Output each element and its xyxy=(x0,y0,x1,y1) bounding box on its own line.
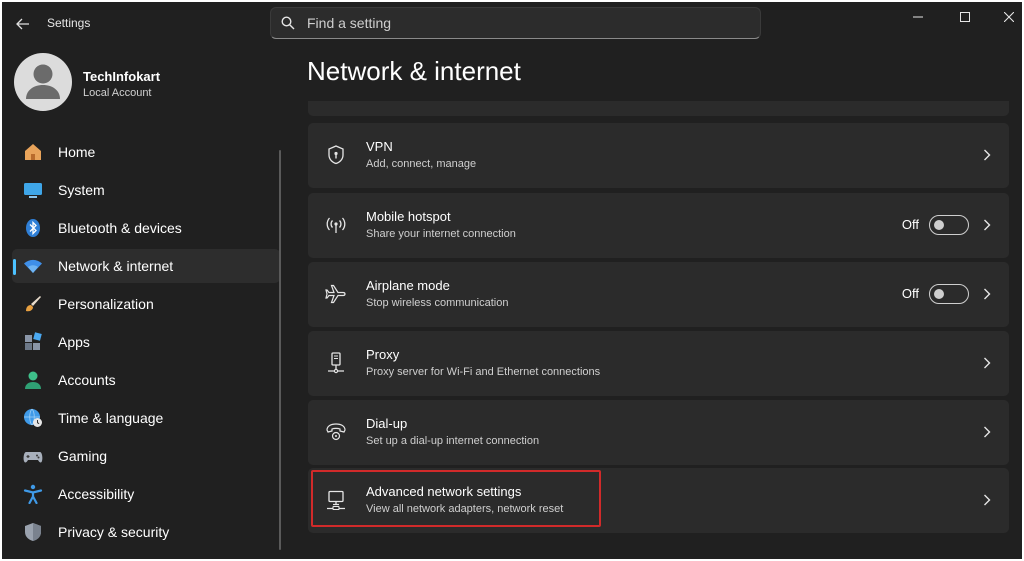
sidebar-item-label: System xyxy=(58,182,105,198)
card-title: Airplane mode xyxy=(366,278,450,293)
shield-icon xyxy=(22,521,44,543)
close-icon xyxy=(1004,12,1014,22)
bluetooth-icon xyxy=(22,217,44,239)
gamepad-icon xyxy=(22,445,44,467)
search-icon xyxy=(281,15,297,31)
user-silhouette-icon xyxy=(26,64,60,99)
proxy-icon xyxy=(325,352,347,374)
card-title: Dial-up xyxy=(366,416,408,431)
page-title: Network & internet xyxy=(307,56,521,86)
sidebar-item-label: Personalization xyxy=(58,296,154,312)
card-subtitle: Set up a dial-up internet connection xyxy=(366,435,540,447)
airplane-mode-toggle[interactable] xyxy=(929,284,969,304)
sidebar-item-label: Privacy & security xyxy=(58,524,170,540)
sidebar-item-label: Time & language xyxy=(58,410,164,426)
wifi-icon xyxy=(22,255,44,277)
chevron-right-icon xyxy=(979,147,995,163)
sidebar-item-system[interactable]: System xyxy=(12,173,280,207)
card-advanced-network-settings[interactable]: Advanced network settings View all netwo… xyxy=(308,468,1009,533)
card-proxy[interactable]: Proxy Proxy server for Wi-Fi and Etherne… xyxy=(308,331,1009,396)
card-dial-up[interactable]: Dial-up Set up a dial-up internet connec… xyxy=(308,400,1009,465)
search-input[interactable] xyxy=(307,15,727,31)
card-subtitle: Share your internet connection xyxy=(366,228,516,240)
sidebar-item-label: Accessibility xyxy=(58,486,135,502)
accessibility-icon xyxy=(22,483,44,505)
maximize-button[interactable] xyxy=(942,5,988,29)
toggle-knob xyxy=(934,220,944,230)
sidebar-item-time-language[interactable]: Time & language xyxy=(12,401,280,435)
card-subtitle: Add, connect, manage xyxy=(366,158,477,170)
maximize-icon xyxy=(960,12,970,22)
sidebar-item-accessibility[interactable]: Accessibility xyxy=(12,477,280,511)
card-mobile-hotspot[interactable]: Mobile hotspot Share your internet conne… xyxy=(308,193,1009,258)
card-subtitle: Stop wireless communication xyxy=(366,297,509,309)
chevron-right-icon xyxy=(979,492,995,508)
account-type: Local Account xyxy=(83,87,152,99)
sidebar-item-label: Apps xyxy=(58,334,90,350)
card-subtitle: View all network adapters, network reset xyxy=(366,503,564,515)
sidebar-item-home[interactable]: Home xyxy=(12,135,280,169)
chevron-right-icon xyxy=(979,355,995,371)
user-name: TechInfokart xyxy=(83,69,161,84)
card-title: Proxy xyxy=(366,347,400,362)
sidebar-item-label: Gaming xyxy=(58,448,108,464)
sidebar-item-gaming[interactable]: Gaming xyxy=(12,439,280,473)
toggle-state-label: Off xyxy=(901,286,919,301)
toggle-state-label: Off xyxy=(901,217,919,232)
mobile-hotspot-toggle[interactable] xyxy=(929,215,969,235)
card-subtitle: Proxy server for Wi-Fi and Ethernet conn… xyxy=(366,366,601,378)
back-arrow-icon xyxy=(16,18,29,30)
minimize-icon xyxy=(913,16,923,18)
system-icon xyxy=(22,179,44,201)
partially-hidden-card[interactable] xyxy=(308,101,1009,116)
card-title: Mobile hotspot xyxy=(366,209,451,224)
close-button[interactable] xyxy=(986,5,1022,29)
sidebar-item-label: Home xyxy=(58,144,96,160)
apps-icon xyxy=(22,331,44,353)
dialup-icon xyxy=(325,421,347,443)
sidebar-item-bluetooth[interactable]: Bluetooth & devices xyxy=(12,211,280,245)
search-box[interactable] xyxy=(270,7,761,39)
sidebar-item-network[interactable]: Network & internet xyxy=(12,249,280,283)
sidebar-item-label: Network & internet xyxy=(58,258,174,274)
globe-clock-icon xyxy=(22,407,44,429)
card-title: Advanced network settings xyxy=(366,484,522,499)
sidebar-item-apps[interactable]: Apps xyxy=(12,325,280,359)
chevron-right-icon xyxy=(979,217,995,233)
sidebar-item-label: Bluetooth & devices xyxy=(58,220,182,236)
vpn-shield-icon xyxy=(325,144,347,166)
minimize-button[interactable] xyxy=(895,5,941,29)
home-icon xyxy=(22,141,44,163)
sidebar-item-personalization[interactable]: Personalization xyxy=(12,287,280,321)
accounts-icon xyxy=(22,369,44,391)
chevron-right-icon xyxy=(979,424,995,440)
app-title: Settings xyxy=(47,16,91,30)
sidebar-item-accounts[interactable]: Accounts xyxy=(12,363,280,397)
sidebar-scrollbar[interactable] xyxy=(279,150,281,550)
sidebar-item-privacy-security[interactable]: Privacy & security xyxy=(12,515,280,549)
brush-icon xyxy=(22,293,44,315)
chevron-right-icon xyxy=(979,286,995,302)
airplane-icon xyxy=(325,283,347,305)
card-vpn[interactable]: VPN Add, connect, manage xyxy=(308,123,1009,188)
hotspot-icon xyxy=(325,214,347,236)
back-button[interactable] xyxy=(12,13,34,35)
avatar[interactable] xyxy=(14,53,72,111)
card-airplane-mode[interactable]: Airplane mode Stop wireless communicatio… xyxy=(308,262,1009,327)
sidebar-item-label: Accounts xyxy=(58,372,116,388)
sidebar-nav: Home System Bluetooth & devices Network … xyxy=(12,135,280,553)
toggle-knob xyxy=(934,289,944,299)
settings-list: VPN Add, connect, manage Mobile hotspot … xyxy=(308,101,1009,559)
network-adapter-icon xyxy=(325,489,347,511)
card-title: VPN xyxy=(366,139,393,154)
settings-window: Settings TechInfokart Local Account Home xyxy=(2,2,1022,559)
